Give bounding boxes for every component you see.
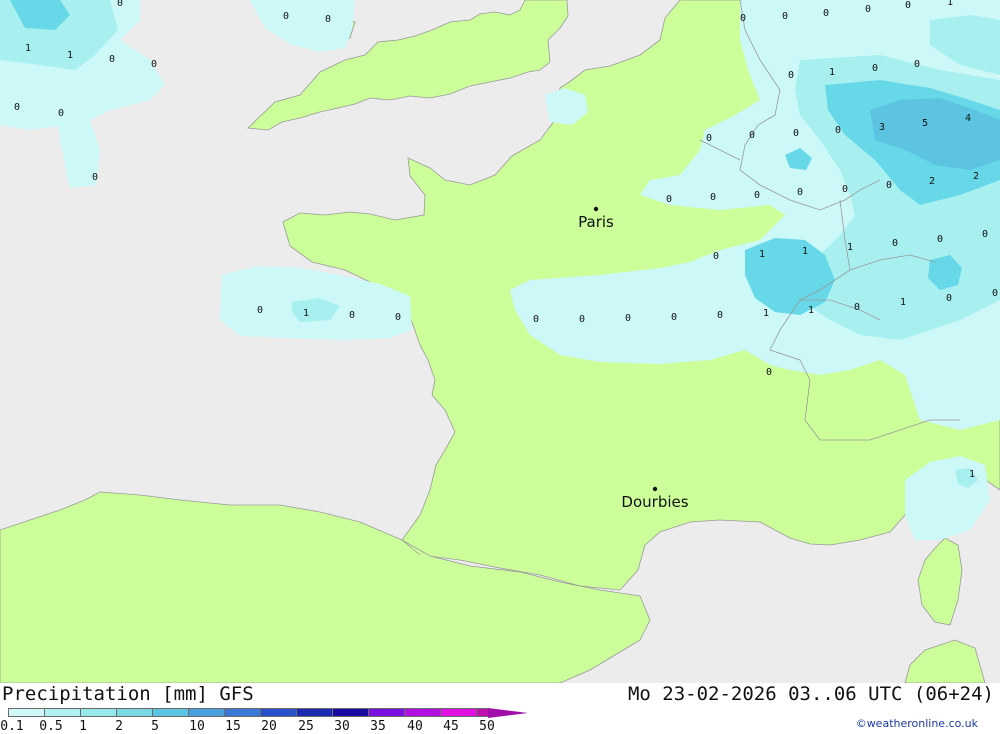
legend-label: 2 [115, 719, 123, 734]
map-timestamp: Mo 23-02-2026 03..06 UTC (06+24) [627, 683, 994, 705]
precip-value: 0 [946, 293, 952, 304]
precip-value: 1 [303, 308, 309, 319]
precip-value: 0 [706, 133, 712, 144]
precip-value: 0 [865, 4, 871, 15]
precip-value: 0 [749, 130, 755, 141]
legend-label: 1 [79, 719, 87, 734]
precip-value: 0 [666, 194, 672, 205]
precip-value: 0 [754, 190, 760, 201]
precip-value: 0 [109, 54, 115, 65]
precip-value: 1 [67, 50, 73, 61]
precip-value: 2 [929, 176, 935, 187]
precip-value: 0 [533, 314, 539, 325]
credit-link[interactable]: ©weatheronline.co.uk [856, 717, 978, 730]
legend-label: 10 [189, 719, 205, 734]
precip-value: 0 [766, 367, 772, 378]
precip-value: 0 [625, 313, 631, 324]
legend-label: 35 [370, 719, 386, 734]
precip-value: 0 [854, 302, 860, 313]
legend-label: 0.5 [39, 719, 63, 734]
legend-swatch [152, 708, 189, 717]
precip-value: 0 [835, 125, 841, 136]
precip-value: 0 [283, 11, 289, 22]
legend-label: 50 [479, 719, 495, 734]
precip-value: 1 [25, 43, 31, 54]
precip-value: 0 [914, 59, 920, 70]
precip-value: 1 [829, 67, 835, 78]
legend-swatch [44, 708, 81, 717]
precip-value: 0 [257, 305, 263, 316]
city-label: Dourbies [621, 493, 688, 511]
precip-value: 0 [886, 180, 892, 191]
legend-swatch [296, 708, 333, 717]
precip-value: 0 [872, 63, 878, 74]
precip-value: 0 [92, 172, 98, 183]
precip-value: 0 [992, 288, 998, 299]
precip-value: 4 [965, 113, 971, 124]
precip-value: 1 [947, 0, 953, 8]
precip-value: 0 [892, 238, 898, 249]
city-marker-icon [652, 486, 658, 492]
legend-swatch [332, 708, 369, 717]
precip-value: 0 [117, 0, 123, 9]
legend-arrow-icon [488, 708, 528, 718]
map-title: Precipitation [mm] GFS [2, 683, 254, 705]
precip-value: 0 [395, 312, 401, 323]
precip-value: 0 [782, 11, 788, 22]
legend-swatch [80, 708, 117, 717]
legend-label: 25 [298, 719, 314, 734]
legend-label: 0.1 [0, 719, 24, 734]
precip-value: 0 [151, 59, 157, 70]
legend-label: 20 [261, 719, 277, 734]
map-footer: Precipitation [mm] GFS Mo 23-02-2026 03.… [0, 683, 1000, 734]
legend-swatch [224, 708, 261, 717]
legend-swatch [440, 708, 477, 717]
precip-value: 0 [14, 102, 20, 113]
precipitation-map[interactable]: 0 1 1 0 0 0 0 0 0 0 0 0 0 0 1 0 0 0 0 1 … [0, 0, 1000, 683]
precip-value: 0 [842, 184, 848, 195]
precip-value: 0 [710, 192, 716, 203]
precip-value: 2 [973, 171, 979, 182]
legend-label: 30 [334, 719, 350, 734]
legend-label: 40 [407, 719, 423, 734]
precip-value: 0 [349, 310, 355, 321]
legend-swatch [368, 708, 405, 717]
precip-value: 0 [579, 314, 585, 325]
legend-swatch [260, 708, 297, 717]
precip-value: 0 [788, 70, 794, 81]
legend-label: 15 [225, 719, 241, 734]
legend-label: 5 [151, 719, 159, 734]
precip-value: 0 [671, 312, 677, 323]
legend-swatch [188, 708, 225, 717]
precip-value: 0 [797, 187, 803, 198]
legend-label: 45 [443, 719, 459, 734]
precip-value: 0 [982, 229, 988, 240]
legend-swatch [404, 708, 441, 717]
legend-swatch [8, 708, 45, 717]
city-marker-icon [593, 206, 599, 212]
precip-value: 0 [905, 0, 911, 11]
precip-value: 1 [802, 246, 808, 257]
precip-value: 0 [740, 13, 746, 24]
precip-value: 1 [847, 242, 853, 253]
precip-value: 1 [900, 297, 906, 308]
precip-value: 1 [808, 305, 814, 316]
precip-value: 0 [713, 251, 719, 262]
precip-value: 0 [325, 14, 331, 25]
city-label: Paris [578, 213, 614, 231]
precip-value: 0 [58, 108, 64, 119]
legend-swatch [116, 708, 153, 717]
precip-value: 1 [969, 469, 975, 480]
precip-value: 0 [717, 310, 723, 321]
precip-value: 1 [763, 308, 769, 319]
precip-value: 1 [759, 249, 765, 260]
precip-value: 0 [937, 234, 943, 245]
precip-value: 0 [823, 8, 829, 19]
precip-value: 5 [922, 118, 928, 129]
precip-value: 3 [879, 122, 885, 133]
precip-value: 0 [793, 128, 799, 139]
